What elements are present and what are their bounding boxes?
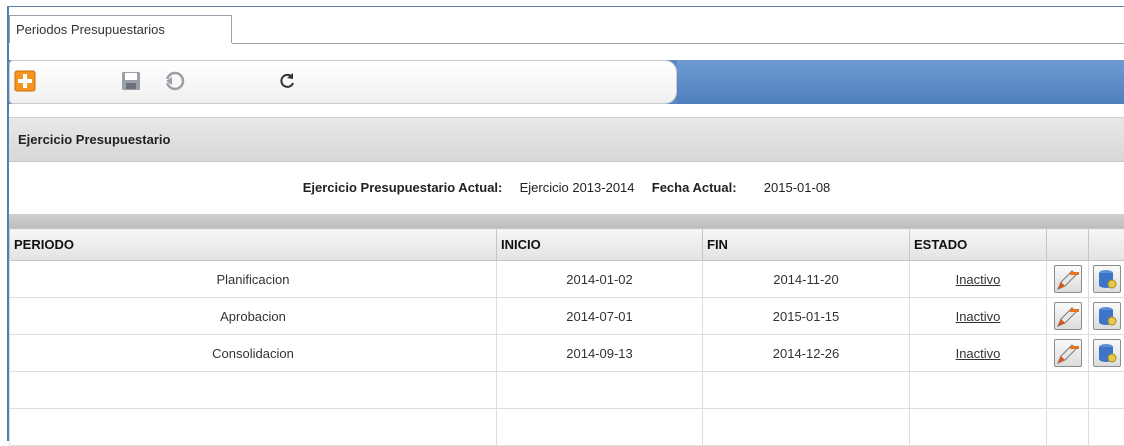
database-button[interactable] bbox=[1093, 339, 1121, 367]
database-icon bbox=[1094, 340, 1120, 366]
save-icon bbox=[120, 70, 142, 92]
empty-cell bbox=[497, 409, 703, 446]
empty-cell bbox=[910, 372, 1047, 409]
cell-estado: Inactivo bbox=[910, 261, 1047, 298]
column-header-inicio[interactable]: INICIO bbox=[497, 229, 703, 261]
toolbar bbox=[9, 60, 677, 104]
cell-fin: 2014-11-20 bbox=[703, 261, 910, 298]
cell-periodo: Aprobacion bbox=[10, 298, 497, 335]
table-header-row: PERIODO INICIO FIN ESTADO bbox=[10, 229, 1124, 261]
cell-db bbox=[1089, 261, 1124, 298]
tab-strip-line bbox=[232, 43, 1124, 44]
estado-link[interactable]: Inactivo bbox=[956, 309, 1001, 324]
separator-bar bbox=[9, 214, 1124, 228]
empty-cell bbox=[1047, 409, 1089, 446]
ejercicio-label: Ejercicio Presupuestario Actual: bbox=[303, 180, 503, 195]
undo-button[interactable] bbox=[164, 70, 186, 92]
tab-label: Periodos Presupuestarios bbox=[16, 22, 165, 37]
toolbar-blue-band bbox=[677, 60, 1124, 104]
cell-db bbox=[1089, 335, 1124, 372]
empty-row bbox=[10, 409, 1124, 446]
cell-edit bbox=[1047, 298, 1089, 335]
add-button[interactable] bbox=[14, 70, 36, 92]
database-icon bbox=[1094, 266, 1120, 292]
frame-top-border bbox=[7, 6, 1124, 7]
cell-estado: Inactivo bbox=[910, 298, 1047, 335]
add-icon bbox=[14, 70, 36, 92]
fecha-value: 2015-01-08 bbox=[764, 180, 831, 195]
tab-periodos-presupuestarios[interactable]: Periodos Presupuestarios bbox=[9, 15, 232, 43]
empty-row bbox=[10, 372, 1124, 409]
cell-inicio: 2014-09-13 bbox=[497, 335, 703, 372]
cell-fin: 2015-01-15 bbox=[703, 298, 910, 335]
table-row: Planificacion 2014-01-02 2014-11-20 Inac… bbox=[10, 261, 1124, 298]
estado-link[interactable]: Inactivo bbox=[956, 346, 1001, 361]
edit-pencil-icon bbox=[1055, 303, 1081, 329]
column-header-fin[interactable]: FIN bbox=[703, 229, 910, 261]
empty-cell bbox=[10, 372, 497, 409]
toolbar-band bbox=[9, 60, 1124, 104]
ejercicio-value: Ejercicio 2013-2014 bbox=[520, 180, 635, 195]
edit-button[interactable] bbox=[1054, 265, 1082, 293]
refresh-icon bbox=[276, 70, 298, 92]
estado-link[interactable]: Inactivo bbox=[956, 272, 1001, 287]
cell-edit bbox=[1047, 261, 1089, 298]
save-button[interactable] bbox=[120, 70, 142, 92]
edit-button[interactable] bbox=[1054, 302, 1082, 330]
column-header-periodo[interactable]: PERIODO bbox=[10, 229, 497, 261]
cell-estado: Inactivo bbox=[910, 335, 1047, 372]
empty-cell bbox=[1047, 372, 1089, 409]
section-title: Ejercicio Presupuestario bbox=[18, 132, 170, 147]
cell-inicio: 2014-07-01 bbox=[497, 298, 703, 335]
empty-cell bbox=[497, 372, 703, 409]
edit-pencil-icon bbox=[1055, 340, 1081, 366]
cell-edit bbox=[1047, 335, 1089, 372]
column-header-edit bbox=[1047, 229, 1089, 261]
fecha-label: Fecha Actual: bbox=[652, 180, 737, 195]
empty-cell bbox=[910, 409, 1047, 446]
empty-cell bbox=[703, 409, 910, 446]
empty-cell bbox=[1089, 372, 1124, 409]
cell-periodo: Consolidacion bbox=[10, 335, 497, 372]
ejercicio-info: Ejercicio Presupuestario Actual: Ejercic… bbox=[9, 162, 1124, 214]
column-header-estado[interactable]: ESTADO bbox=[910, 229, 1047, 261]
cell-fin: 2014-12-26 bbox=[703, 335, 910, 372]
section-header: Ejercicio Presupuestario bbox=[9, 117, 1124, 162]
column-header-db bbox=[1089, 229, 1124, 261]
edit-pencil-icon bbox=[1055, 266, 1081, 292]
table-row: Aprobacion 2014-07-01 2015-01-15 Inactiv… bbox=[10, 298, 1124, 335]
cell-db bbox=[1089, 298, 1124, 335]
database-button[interactable] bbox=[1093, 265, 1121, 293]
periodos-table: PERIODO INICIO FIN ESTADO Planificacion … bbox=[9, 228, 1124, 446]
edit-button[interactable] bbox=[1054, 339, 1082, 367]
undo-icon bbox=[164, 70, 186, 92]
database-button[interactable] bbox=[1093, 302, 1121, 330]
cell-inicio: 2014-01-02 bbox=[497, 261, 703, 298]
database-icon bbox=[1094, 303, 1120, 329]
empty-cell bbox=[1089, 409, 1124, 446]
refresh-button[interactable] bbox=[276, 70, 298, 92]
empty-cell bbox=[703, 372, 910, 409]
empty-cell bbox=[10, 409, 497, 446]
cell-periodo: Planificacion bbox=[10, 261, 497, 298]
table-row: Consolidacion 2014-09-13 2014-12-26 Inac… bbox=[10, 335, 1124, 372]
